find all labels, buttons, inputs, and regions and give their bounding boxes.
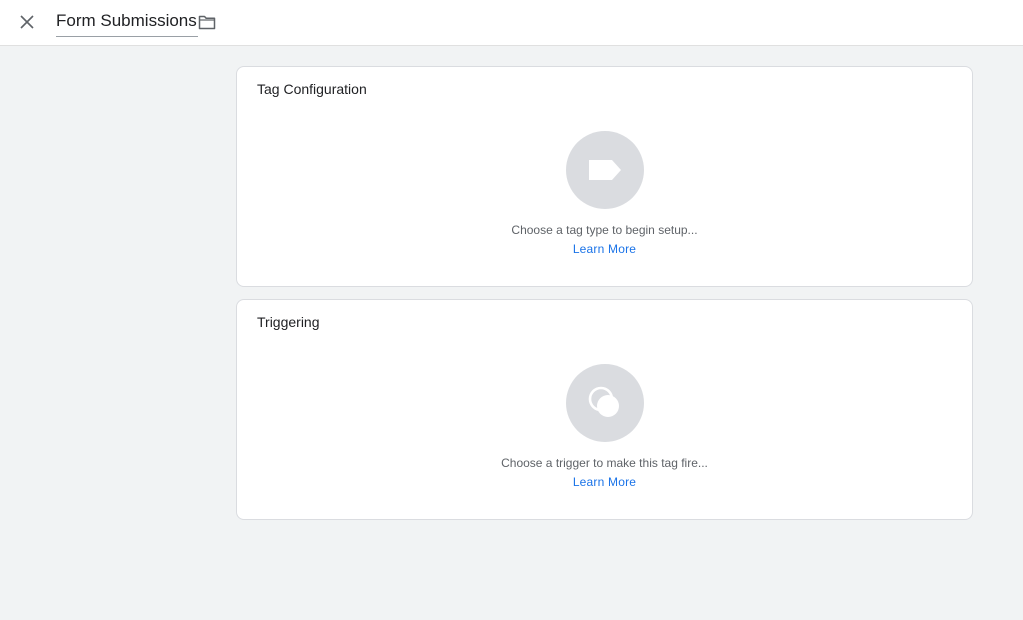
title-field[interactable]: Form Submissions — [56, 10, 198, 37]
trigger-icon — [588, 386, 619, 417]
choose-trigger-button[interactable] — [565, 364, 644, 442]
tag-learn-more-link[interactable]: Learn More — [573, 242, 636, 256]
page-title[interactable]: Form Submissions — [56, 11, 197, 30]
triggering-placeholder: Choose a trigger to make this tag fire..… — [237, 364, 972, 489]
top-bar: Form Submissions — [0, 0, 1023, 46]
close-icon[interactable] — [20, 15, 34, 29]
tag-configuration-hint: Choose a tag type to begin setup... — [511, 223, 698, 237]
triggering-title: Triggering — [257, 314, 320, 330]
trigger-learn-more-link[interactable]: Learn More — [573, 475, 636, 489]
close-button[interactable] — [14, 9, 40, 35]
tag-configuration-card[interactable]: Tag Configuration Choose a tag type to b… — [236, 66, 973, 287]
triggering-hint: Choose a trigger to make this tag fire..… — [501, 456, 708, 470]
choose-tag-type-button[interactable] — [565, 131, 644, 209]
tag-configuration-placeholder: Choose a tag type to begin setup... Lear… — [237, 131, 972, 256]
triggering-card[interactable]: Triggering Choose a trigger to make this… — [236, 299, 973, 520]
tag-icon — [588, 160, 621, 180]
folder-icon[interactable] — [198, 15, 216, 30]
tag-configuration-title: Tag Configuration — [257, 81, 367, 97]
folder-button[interactable] — [196, 11, 218, 33]
